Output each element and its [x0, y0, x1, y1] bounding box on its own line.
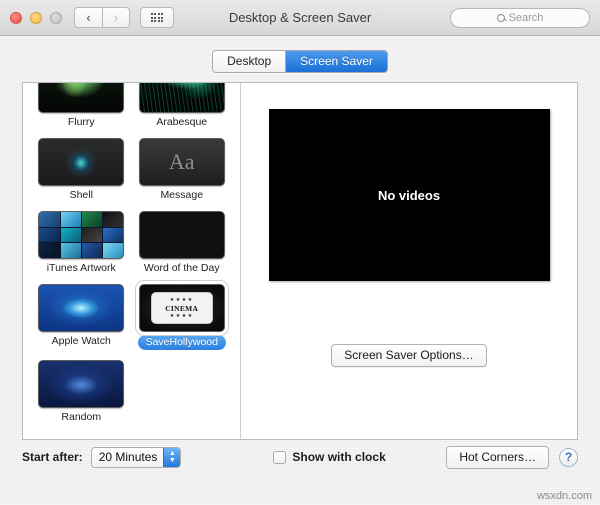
list-item[interactable]: Shell: [33, 134, 130, 201]
saver-thumbnail[interactable]: ★★★★ CINEMA ★★★★: [139, 284, 225, 332]
saver-thumbnail[interactable]: [38, 83, 124, 113]
screen-saver-preview[interactable]: No videos: [269, 109, 550, 281]
saver-thumbnail[interactable]: [38, 284, 124, 332]
preferences-window: ‹ › Desktop & Screen Saver Search Deskto…: [0, 0, 600, 505]
list-item-savehollywood[interactable]: ★★★★ CINEMA ★★★★ SaveHollywood: [134, 280, 231, 350]
saver-label: Arabesque: [156, 116, 207, 128]
list-item[interactable]: graphy lexicog bulary vor Word of the Da…: [134, 207, 231, 274]
saver-thumbnail[interactable]: [38, 138, 124, 186]
preview-message: No videos: [378, 188, 440, 203]
list-item[interactable]: Apple Watch: [33, 280, 130, 350]
preview-pane: No videos Screen Saver Options…: [241, 83, 577, 439]
hot-corners-button[interactable]: Hot Corners…: [446, 446, 549, 469]
show-with-clock-row[interactable]: Show with clock: [273, 450, 385, 464]
show-with-clock-label: Show with clock: [292, 450, 385, 464]
apple-watch-art-icon: [39, 285, 123, 331]
list-item[interactable]: iTunes Artwork: [33, 207, 130, 274]
saver-label: Flurry: [68, 116, 95, 128]
random-art-icon: [39, 361, 123, 407]
search-container: Search: [450, 8, 590, 28]
shell-art-icon: [39, 139, 123, 185]
search-input[interactable]: Search: [450, 8, 590, 28]
arabesque-art-icon: [140, 83, 224, 112]
tab-screen-saver[interactable]: Screen Saver: [285, 51, 387, 72]
saver-thumbnail[interactable]: [139, 83, 225, 113]
navigation-buttons: ‹ ›: [74, 7, 130, 28]
saver-label: Message: [160, 189, 203, 201]
title-bar: ‹ › Desktop & Screen Saver Search: [0, 0, 600, 36]
search-placeholder: Search: [509, 12, 544, 24]
help-button[interactable]: ?: [559, 448, 578, 467]
screen-saver-list[interactable]: Flurry Arabesque Shell: [23, 83, 241, 439]
screen-saver-options-button[interactable]: Screen Saver Options…: [331, 344, 486, 367]
saver-label: Apple Watch: [52, 335, 111, 347]
forward-button: ›: [102, 7, 130, 28]
list-item[interactable]: Arabesque: [134, 83, 231, 128]
chevron-updown-icon[interactable]: ▲▼: [163, 448, 180, 467]
saver-label: Shell: [70, 189, 93, 201]
saver-label: iTunes Artwork: [47, 262, 116, 274]
start-after-value: 20 Minutes: [99, 450, 164, 464]
watermark: wsxdn.com: [537, 490, 592, 502]
saver-label-selected: SaveHollywood: [138, 335, 226, 350]
list-item[interactable]: Aa Message: [134, 134, 231, 201]
tab-desktop[interactable]: Desktop: [213, 51, 285, 72]
bottom-right-actions: Hot Corners… ?: [446, 446, 578, 469]
list-item[interactable]: Flurry: [33, 83, 130, 128]
saver-thumbnail[interactable]: graphy lexicog bulary vor: [139, 211, 225, 259]
saver-thumbnail[interactable]: [38, 360, 124, 408]
ticket-stars-top: ★★★★: [170, 298, 194, 303]
start-after-dropdown[interactable]: 20 Minutes ▲▼: [91, 447, 182, 468]
saver-thumbnail[interactable]: [38, 211, 124, 259]
back-button[interactable]: ‹: [74, 7, 102, 28]
content-panel: Flurry Arabesque Shell: [22, 82, 578, 440]
saver-thumbnail[interactable]: Aa: [139, 138, 225, 186]
search-icon: [497, 14, 505, 22]
minimize-button[interactable]: [30, 12, 42, 24]
tab-bar: Desktop Screen Saver: [0, 46, 600, 76]
list-item[interactable]: Random: [33, 356, 130, 423]
ticket-stars-bottom: ★★★★: [170, 314, 194, 319]
zoom-button: [50, 12, 62, 24]
ticket-word: CINEMA: [165, 304, 198, 313]
cinema-ticket-art-icon: ★★★★ CINEMA ★★★★: [140, 285, 224, 331]
itunes-artwork-art-icon: [39, 212, 123, 258]
close-button[interactable]: [10, 12, 22, 24]
bottom-bar: Start after: 20 Minutes ▲▼ Show with clo…: [0, 440, 600, 505]
saver-label: Word of the Day: [144, 262, 220, 274]
message-art-icon: Aa: [140, 139, 224, 185]
window-traffic-lights: [10, 12, 62, 24]
saver-label: Random: [61, 411, 101, 423]
show-with-clock-checkbox[interactable]: [273, 451, 286, 464]
grid-icon: [151, 13, 164, 22]
show-all-button[interactable]: [140, 7, 174, 28]
flurry-art-icon: [39, 83, 123, 112]
message-glyph: Aa: [169, 149, 195, 175]
start-after-label: Start after:: [22, 450, 83, 464]
